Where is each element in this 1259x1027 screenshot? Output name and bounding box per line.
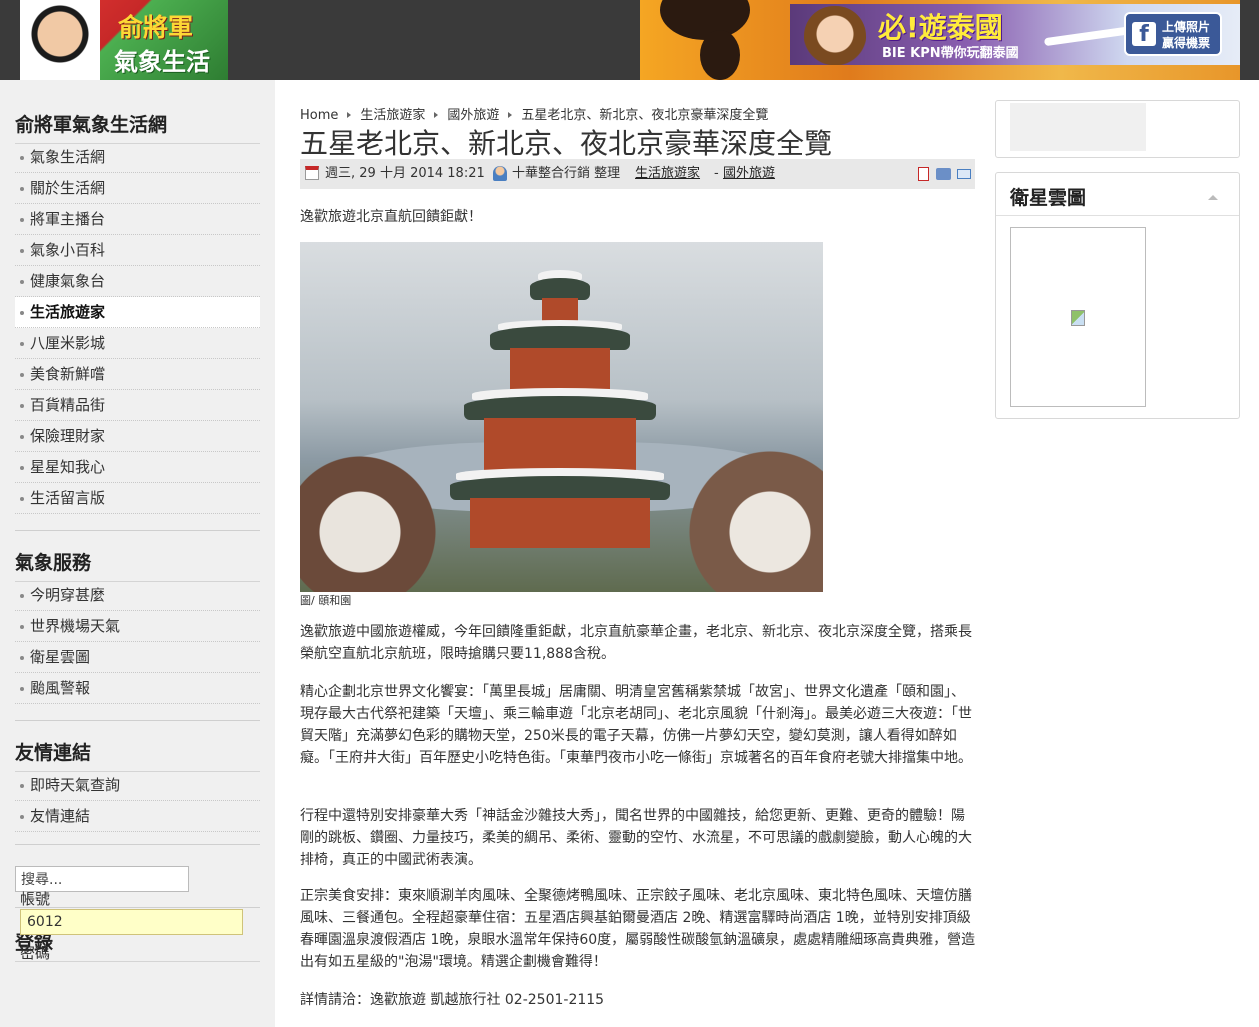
site-logo[interactable]: 俞將軍 氣象生活網 [20,0,228,80]
category-link-travel[interactable]: 生活旅遊家 [635,159,700,189]
facebook-icon: f [1132,22,1156,47]
article-paragraph: 行程中還特別安排豪華大秀「神話金沙雜技大秀」，聞名世界的中國雜技，給您更新、更難… [300,808,972,868]
weather-menu: 今明穿甚麼 世界機場天氣 衛星雲圖 颱風警報 [15,580,260,704]
calendar-icon [305,166,319,180]
collapse-icon[interactable] [1208,195,1218,200]
host-portrait [20,0,100,80]
divider [15,907,260,908]
ad-subtitle: BIE KPN帶你玩翻泰國 [882,46,1019,61]
sidebar-main-menu-item[interactable]: 生活留言版 [15,483,260,514]
sidebar-section-links-title: 友情連結 [15,738,260,772]
main-menu: 氣象生活網 關於生活網 將軍主播台 氣象小百科 健康氣象台 生活旅遊家 八厘米影城 美食新鮮嚐… [15,142,260,514]
article-photo [300,242,823,592]
article: Home 生活旅遊家 國外旅遊 五星老北京、新北京、夜北京豪華深度全覽 五星老北京、新… [300,80,976,1027]
logo-line1: 俞將軍 [118,13,194,42]
sidebar-main-menu-item[interactable]: 健康氣象台 [15,266,260,297]
breadcrumb-current: 五星老北京、新北京、夜北京豪華深度全覽 [521,108,769,123]
ad-banner[interactable]: 必!遊泰國 BIE KPN帶你玩翻泰國 f 上傳照片 贏得機票 [790,4,1240,65]
divider [15,530,260,531]
airplane-icon [1043,25,1135,47]
header: 俞將軍 氣象生活網 必!遊泰國 BIE KPN帶你玩翻泰國 f 上傳照片 贏得機… [0,0,1259,80]
article-meta: 週三, 29 十月 2014 18:21 十華整合行銷 整理 生活旅遊家 - 國… [300,159,975,189]
print-icon[interactable] [936,168,951,180]
sidebar-main-menu-item[interactable]: 生活旅遊家 [15,297,260,328]
sidebar-main-menu-item[interactable]: 星星知我心 [15,452,260,483]
photo-caption: 圖/ 頤和園 [300,594,352,607]
category-separator: - [714,166,719,181]
article-author: 十華整合行銷 整理 [512,166,621,181]
article-date: 週三, 29 十月 2014 18:21 [325,166,485,181]
article-paragraph: 逸歡旅遊中國旅遊權威，今年回饋隆重鉅獻，北京直航豪華企畫，老北京、新北京、夜北京… [300,624,972,662]
breadcrumb: Home 生活旅遊家 國外旅遊 五星老北京、新北京、夜北京豪華深度全覽 [300,104,768,123]
password-label: 密碼 [20,944,51,962]
breadcrumb-travel[interactable]: 生活旅遊家 [360,108,425,123]
breadcrumb-arrow-icon [434,112,439,118]
article-contact: 詳情請洽：逸歡旅遊 凱越旅行社 02-2501-2115 [300,992,605,1008]
user-icon [493,166,507,181]
sidebar-main-menu-item[interactable]: 氣象小百科 [15,235,260,266]
ad-title: 必!遊泰國 [878,11,1003,44]
ad-facebook-button[interactable]: f 上傳照片 贏得機票 [1124,12,1222,56]
divider [15,844,260,845]
ad-facebook-text: 上傳照片 贏得機票 [1162,20,1211,50]
ad-portrait [804,6,866,65]
sidebar-links-menu-item[interactable]: 友情連結 [15,801,260,832]
article-paragraph: 正宗美食安排：東來順涮羊肉風味、全聚德烤鴨風味、正宗餃子風味、老北京風味、東北特… [300,888,976,970]
divider [996,215,1239,216]
username-label: 帳號 [20,890,51,908]
sidebar-section-weather-title: 氣象服務 [15,548,260,582]
username-field[interactable] [20,909,243,935]
right-module-empty [995,100,1240,158]
sidebar: 俞將軍氣象生活網 氣象生活網 關於生活網 將軍主播台 氣象小百科 健康氣象台 生活旅遊家八… [0,80,275,1027]
divider [15,720,260,721]
sidebar-main-menu-item[interactable]: 氣象生活網 [15,142,260,173]
links-menu: 即時天氣查詢 友情連結 [15,770,260,832]
satellite-module: 衛星雲圖 [995,172,1240,419]
sidebar-main-menu-item[interactable]: 保險理財家 [15,421,260,452]
sidebar-main-menu-item[interactable]: 將軍主播台 [15,204,260,235]
sidebar-main-menu-item[interactable]: 關於生活網 [15,173,260,204]
article-paragraph: 精心企劃北京世界文化饗宴：「萬里長城」居庸關、明清皇宮舊稱紫禁城「故宮」、世界文… [300,684,972,766]
breadcrumb-arrow-icon [508,112,513,118]
sidebar-links-menu-item[interactable]: 即時天氣查詢 [15,770,260,801]
satellite-image[interactable] [1010,227,1146,407]
sidebar-main-menu-item[interactable]: 美食新鮮嚐 [15,359,260,390]
satellite-title: 衛星雲圖 [1010,187,1087,209]
sidebar-weather-menu-item[interactable]: 颱風警報 [15,673,260,704]
sidebar-weather-menu-item[interactable]: 衛星雲圖 [15,642,260,673]
article-intro: 逸歡旅遊北京直航回饋鉅獻！ [300,209,482,225]
email-icon[interactable] [957,169,971,179]
article-title: 五星老北京、新北京、夜北京豪華深度全覽 [300,127,833,160]
sidebar-weather-menu-item[interactable]: 世界機場天氣 [15,611,260,642]
sidebar-weather-menu-item[interactable]: 今明穿甚麼 [15,580,260,611]
breadcrumb-overseas[interactable]: 國外旅遊 [447,108,499,123]
category-link-overseas[interactable]: 國外旅遊 [723,159,775,189]
placeholder-block [1010,103,1146,151]
breadcrumb-arrow-icon [347,112,352,118]
logo-line2: 氣象生活網 [114,48,210,76]
sidebar-main-menu-item[interactable]: 百貨精品街 [15,390,260,421]
sidebar-section-main-title: 俞將軍氣象生活網 [15,110,260,144]
breadcrumb-home[interactable]: Home [300,108,338,123]
broken-image-icon [1071,310,1085,326]
sidebar-main-menu-item[interactable]: 八厘米影城 [15,328,260,359]
pdf-icon[interactable] [918,167,929,181]
